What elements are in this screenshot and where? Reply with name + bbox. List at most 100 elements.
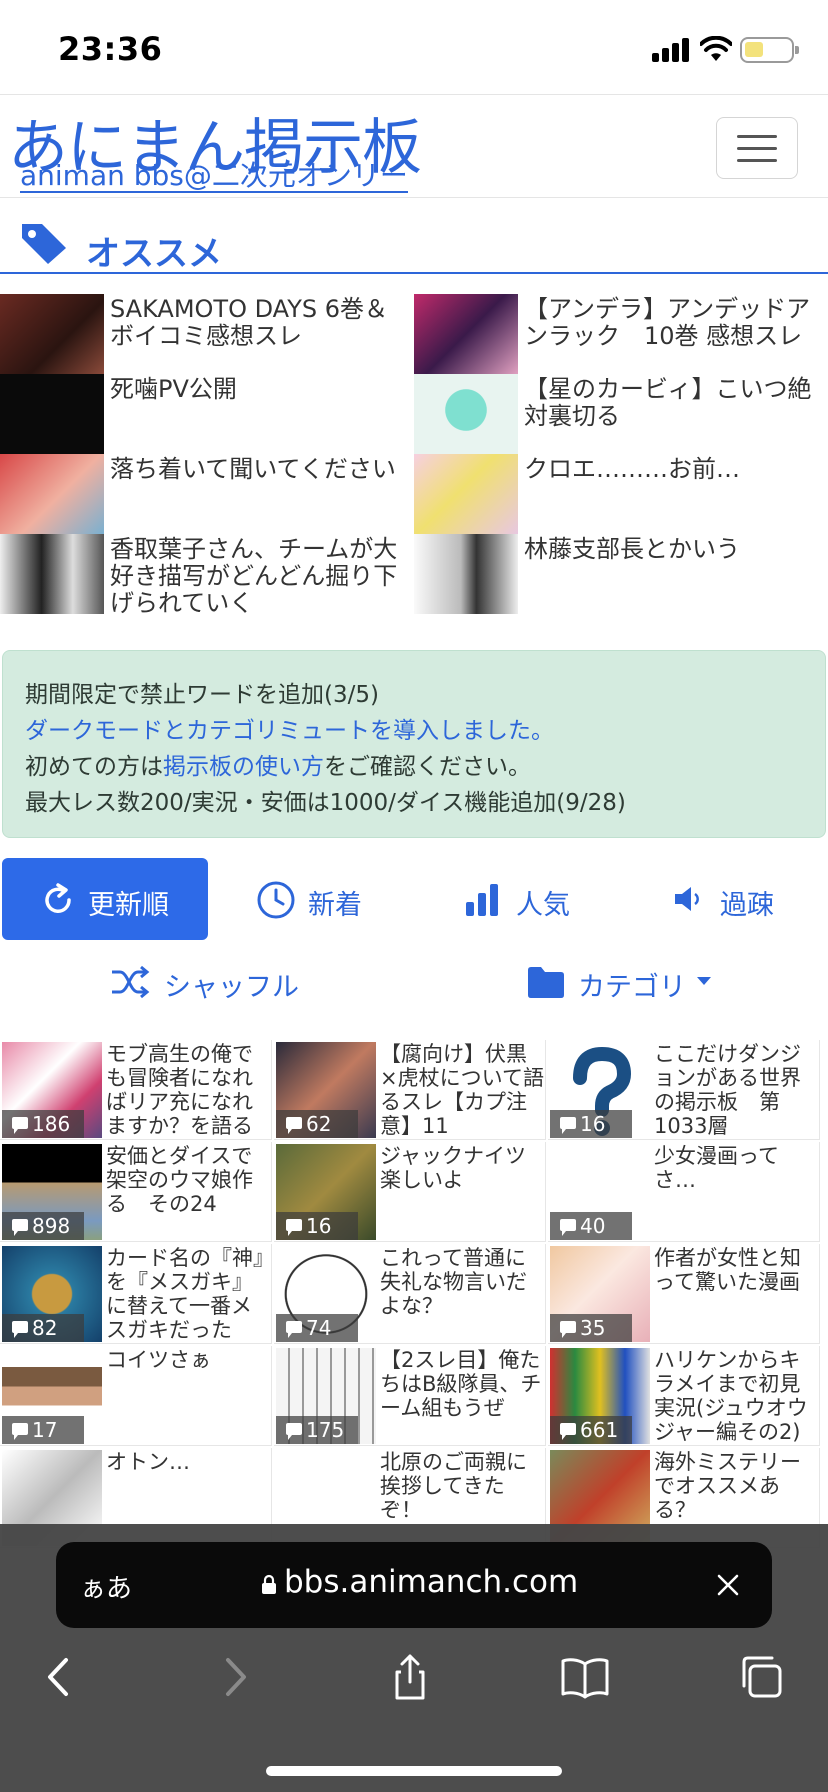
close-icon[interactable] [716,1573,740,1597]
thumbnail-image [414,294,518,374]
recommend-item[interactable]: クロエ………お前… [414,454,826,534]
forward-icon[interactable] [210,1652,260,1702]
site-header: あにまん掲示板 animan bbs@二次元オンリー [0,94,828,198]
shuffle-label: シャッフル [164,972,299,1003]
back-icon[interactable] [34,1652,84,1702]
thumbnail-image [414,374,518,454]
recommend-title: 死噛PV公開 [110,375,237,403]
recommend-title: 落ち着いて聞いてください [110,455,396,483]
thread-card[interactable]: 35 作者が女性と知って驚いた漫画 [548,1244,820,1344]
thread-title: モブ高生の俺でも冒険者になればリア充になれますか？を語る [106,1042,253,1138]
shuffle-icon [112,965,150,999]
refresh-icon [45,883,71,913]
cellular-signal-icon [652,38,690,62]
notice-line: 最大レス数200/実況・安価は1000/ダイス機能追加(9/28) [25,790,626,816]
reply-count-badge: 16 [276,1212,358,1240]
thread-title: 北原のご両親に挨拶してきたぞ！ [380,1450,527,1522]
comment-icon [560,1321,576,1338]
recommend-item[interactable]: 香取葉子さん、チームが大好き描写がどんどん掘り下げられていく [0,534,412,620]
tab-new[interactable]: 新着 [240,858,390,940]
thread-card[interactable]: 186 モブ高生の俺でも冒険者になればリア充になれますか？を語る [0,1040,272,1140]
reply-count-badge: 62 [276,1110,358,1138]
home-indicator [266,1766,562,1776]
reader-settings-button[interactable]: ぁあ [80,1568,132,1605]
thread-title: 【2スレ目】俺たちはB級隊員、チーム組もうぜ [380,1348,542,1420]
reply-count-badge: 186 [2,1110,84,1138]
comment-icon [286,1423,302,1440]
thread-card[interactable]: 62 【腐向け】伏黒×虎杖について語るスレ【カプ注意】11 [274,1040,546,1140]
comment-icon [286,1219,302,1236]
clock-icon [257,881,295,919]
tab-popular[interactable]: 人気 [450,858,600,940]
thread-card[interactable]: 40 少女漫画ってさ… [548,1142,820,1242]
share-icon[interactable] [385,1652,435,1702]
comment-icon [12,1321,28,1338]
category-label: カテゴリ [578,972,686,1003]
thread-card[interactable]: 16 ここだけダンジョンがある世界の掲示板 第1033層 [548,1040,820,1140]
comment-icon [286,1117,302,1134]
thread-card[interactable]: 17 コイツさぁ [0,1346,272,1446]
tab-update-order[interactable]: 更新順 [2,858,208,940]
recommend-title: 【アンデラ】アンデッドアンラック 10巻 感想スレ [524,295,811,350]
lock-icon [262,1574,276,1594]
thread-card[interactable]: 898 安価とダイスで架空のウマ娘作る その24 [0,1142,272,1242]
tab-label: 新着 [308,890,362,921]
status-time: 23:36 [58,30,163,68]
hamburger-menu-button[interactable] [716,117,798,179]
tab-label: 更新順 [88,890,169,921]
tabs-icon[interactable] [736,1652,786,1702]
folder-icon [528,967,564,998]
site-subtitle: animan bbs@二次元オンリー [20,159,408,193]
comment-icon [12,1117,28,1134]
caret-down-icon [697,977,711,985]
recommend-label: オススメ [86,234,222,274]
tab-label: 人気 [516,890,570,921]
notice-link[interactable]: ダークモードとカテゴリミュートを導入しました。 [25,711,554,745]
reply-count-badge: 17 [2,1416,84,1444]
notice-line: 期間限定で禁止ワードを追加(3/5) [25,682,379,708]
thread-card[interactable]: 82 カード名の『神』を『メスガキ』に替えて一番メスガキだった [0,1244,272,1344]
notice-box: 期間限定で禁止ワードを追加(3/5) ダークモードとカテゴリミュートを導入しまし… [2,650,826,838]
reply-count-badge: 16 [550,1110,632,1138]
thread-card[interactable]: 175 【2スレ目】俺たちはB級隊員、チーム組もうぜ [274,1346,546,1446]
comment-icon [286,1321,302,1338]
thread-title: カード名の『神』を『メスガキ』に替えて一番メスガキだった [106,1246,264,1342]
address-bar[interactable]: ぁあ bbs.animanch.com [56,1542,772,1628]
guide-link[interactable]: 掲示板の使い方 [163,754,324,780]
notice-line: 初めての方は掲示板の使い方をご確認ください。 [25,754,531,780]
reply-count-badge: 74 [276,1314,358,1342]
reply-count-badge: 35 [550,1314,632,1342]
thumbnail-image [0,534,104,614]
comment-icon [12,1219,28,1236]
thread-title: 少女漫画ってさ… [654,1144,779,1192]
thumbnail-image [414,454,518,534]
tab-sparse[interactable]: 過疎 [660,858,828,940]
thumbnail-image [414,534,518,614]
recommend-item[interactable]: 林藤支部長とかいう [414,534,826,614]
thread-title: コイツさぁ [106,1348,211,1372]
reply-count-badge: 82 [2,1314,84,1342]
category-dropdown[interactable]: カテゴリ [524,940,724,1022]
recommend-title: 香取葉子さん、チームが大好き描写がどんどん掘り下げられていく [110,535,398,617]
thread-title: ハリケンからキラメイまで初見実況(ジュウオウジャー編その2) [654,1348,808,1444]
recommend-item[interactable]: 【星のカービィ】こいつ絶対裏切る [414,374,826,454]
speaker-icon [675,887,699,911]
recommend-item[interactable]: 【アンデラ】アンデッドアンラック 10巻 感想スレ [414,294,826,374]
bookmarks-icon[interactable] [560,1652,610,1702]
thumbnail-image [0,374,104,454]
recommend-item[interactable]: SAKAMOTO DAYS 6巻＆ボイコミ感想スレ [0,294,412,374]
recommend-item[interactable]: 死噛PV公開 [0,374,412,454]
thread-card[interactable]: 74 これって普通に失礼な物言いだよな？ [274,1244,546,1344]
recommend-title: SAKAMOTO DAYS 6巻＆ボイコミ感想スレ [110,295,389,350]
url-text: bbs.animanch.com [284,1564,579,1600]
bar-chart-icon [466,884,498,916]
recommend-item[interactable]: 落ち着いて聞いてください [0,454,412,534]
shuffle-button[interactable]: シャッフル [108,940,328,1022]
thread-title: 安価とダイスで架空のウマ娘作る その24 [106,1144,253,1216]
status-bar: 23:36 [0,0,828,94]
battery-icon [740,37,799,63]
thread-title: ここだけダンジョンがある世界の掲示板 第1033層 [654,1042,801,1138]
thread-card[interactable]: 661 ハリケンからキラメイまで初見実況(ジュウオウジャー編その2) [548,1346,820,1446]
thread-card[interactable]: 16 ジャックナイツ楽しいよ [274,1142,546,1242]
reply-count-badge: 175 [276,1416,358,1444]
